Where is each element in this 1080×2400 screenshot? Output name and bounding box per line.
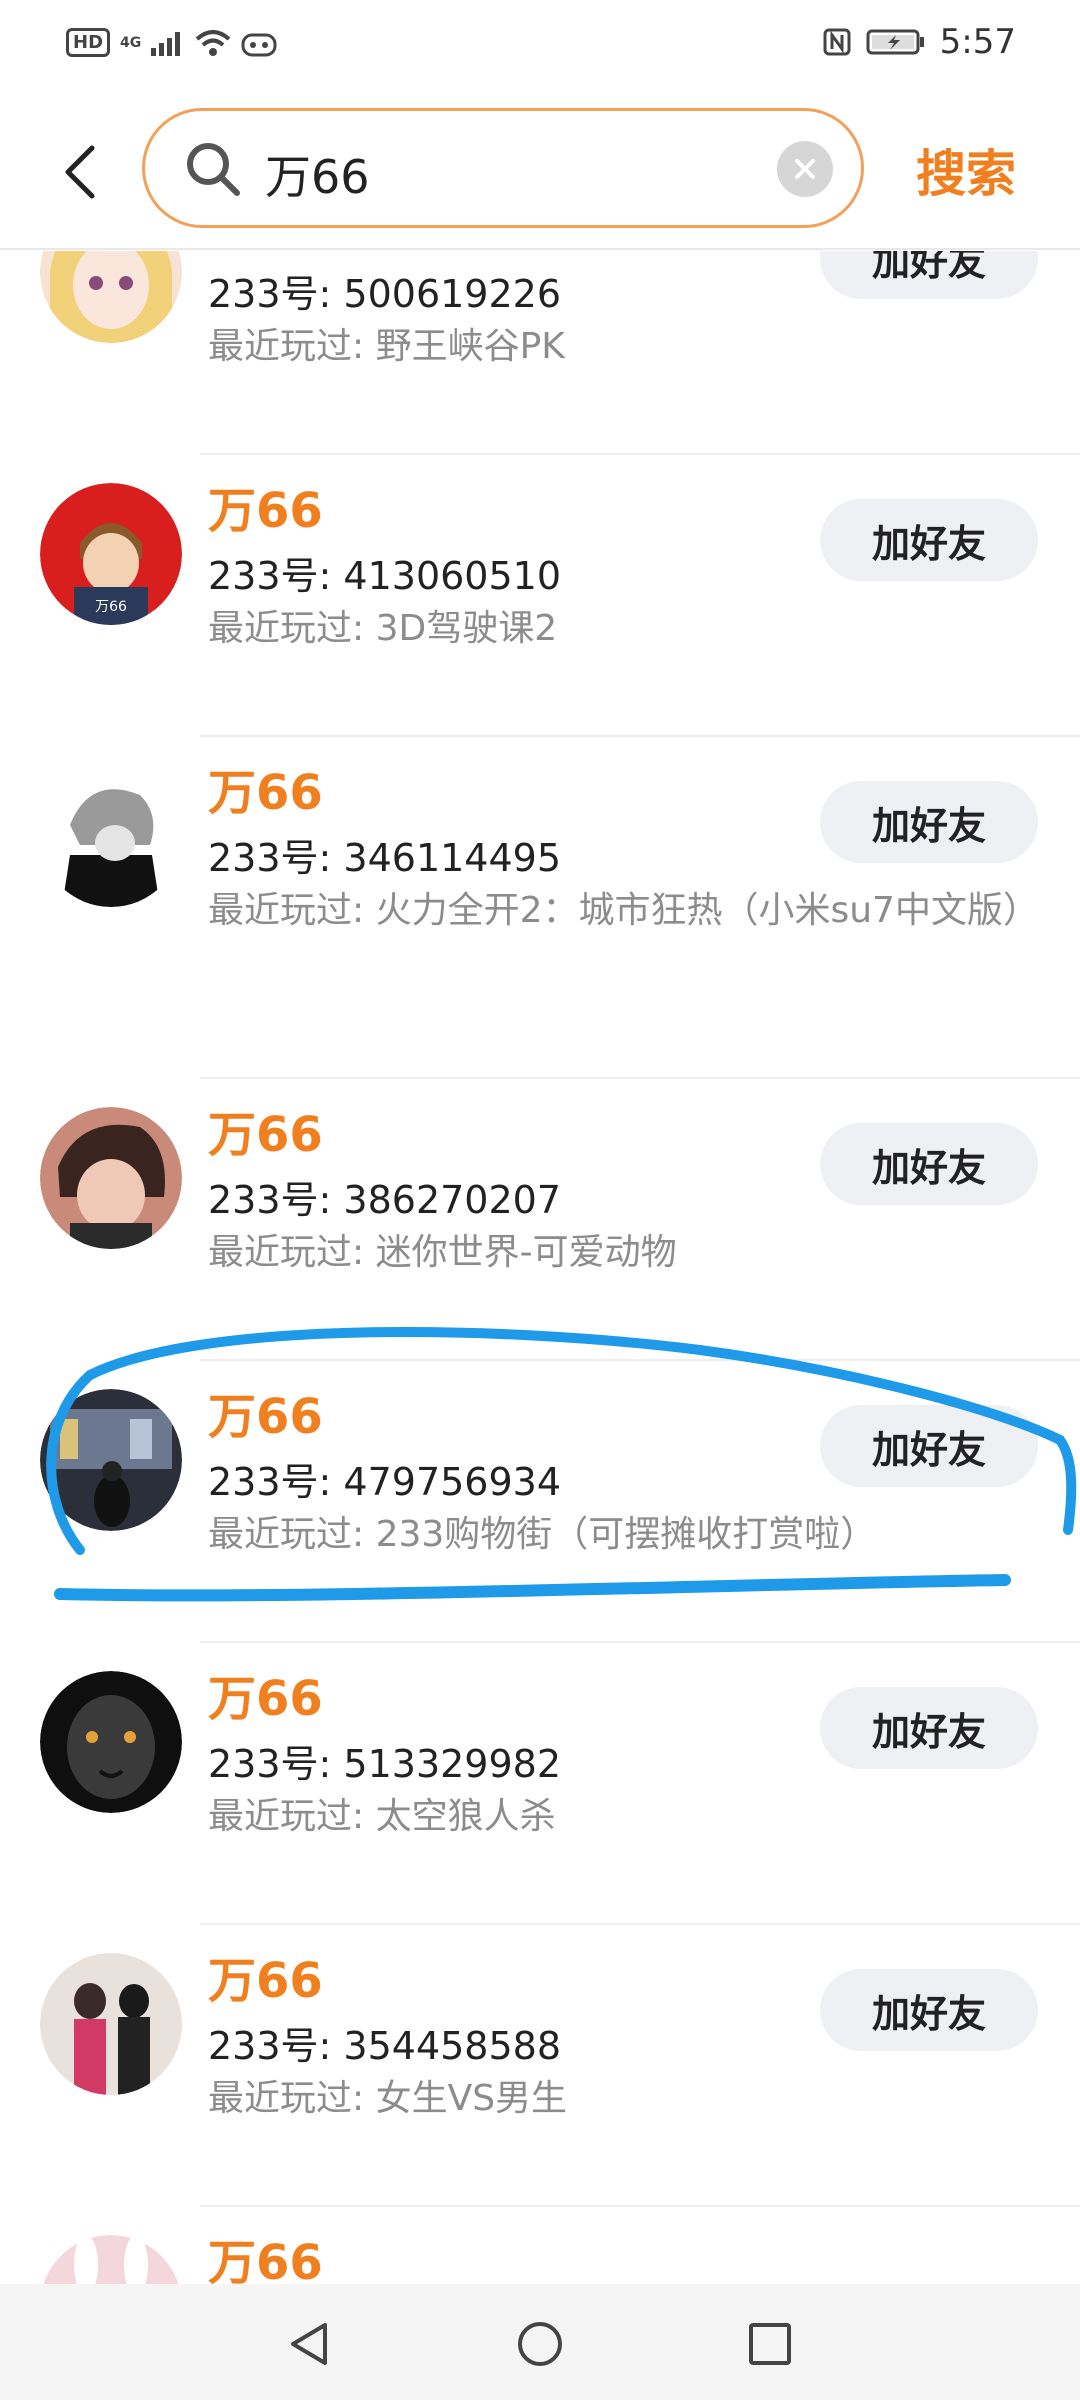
result-uid: 233号: 479756934 (208, 1460, 562, 1504)
couple-photo-avatar[interactable] (40, 1953, 182, 2095)
result-uid: 233号: 354458588 (208, 2024, 562, 2068)
result-row[interactable]: 万66 233号: 479756934 最近玩过: 233购物街（可摆摊收打赏啦） 加… (0, 1361, 1080, 1643)
battery-icon (866, 29, 924, 55)
search-button[interactable]: 搜索 (916, 134, 1016, 206)
hd-icon: HD (66, 28, 111, 57)
result-recent-game: 最近玩过: 女生VS男生 (208, 2078, 568, 2119)
game-controller-icon (241, 33, 277, 56)
circle-home-icon (518, 2322, 562, 2366)
result-name: 万66 (208, 483, 323, 539)
signal-icon (151, 31, 181, 56)
clock: 5:57 (939, 22, 1016, 62)
result-recent-game: 最近玩过: 野王峡谷PK (208, 326, 565, 367)
result-name: 万66 (208, 1671, 323, 1727)
result-uid: 233号: 513329982 (208, 1742, 562, 1786)
result-recent-game: 最近玩过: 火力全开2：城市狂热（小米su7中文版） (208, 890, 1039, 931)
leopard-avatar[interactable] (40, 1671, 182, 1813)
result-uid: 233号: 413060510 (208, 554, 562, 598)
search-input[interactable]: 万66 (142, 108, 864, 228)
bunny-ears-avatar[interactable] (40, 2235, 182, 2284)
result-row[interactable]: 万66 233号: 500619226 最近玩过: 野王峡谷PK 加好友 (0, 251, 1080, 455)
anime-man-avatar[interactable] (40, 1107, 182, 1249)
anime-girl-avatar[interactable] (40, 251, 182, 343)
back-button[interactable] (50, 132, 110, 212)
result-name: 万66 (208, 251, 323, 259)
result-row[interactable]: 万66 万66 233号: 413060510 最近玩过: 3D驾驶课2 加好友 (0, 455, 1080, 737)
result-row[interactable]: 万66 (0, 2207, 1080, 2284)
result-row[interactable]: 万66 233号: 513329982 最近玩过: 太空狼人杀 加好友 (0, 1643, 1080, 1925)
result-uid: 233号: 386270207 (208, 1178, 562, 1222)
network-type-label: 4G (120, 34, 142, 51)
wifi-icon (195, 29, 231, 56)
result-row[interactable]: 万66 233号: 354458588 最近玩过: 女生VS男生 加好友 (0, 1925, 1080, 2207)
search-query-text[interactable]: 万66 (265, 141, 370, 207)
result-recent-game: 最近玩过: 233购物街（可摆摊收打赏啦） (208, 1514, 877, 1555)
search-header: 万66 搜索 (0, 92, 1080, 250)
result-name: 万66 (208, 1107, 323, 1163)
add-friend-button[interactable]: 加好友 (820, 1969, 1038, 2051)
result-recent-game: 最近玩过: 太空狼人杀 (208, 1796, 556, 1837)
nav-home-button[interactable] (510, 2314, 570, 2374)
svg-text:万66: 万66 (95, 599, 127, 615)
add-friend-button[interactable]: 加好友 (820, 1123, 1038, 1205)
square-recents-icon (749, 2323, 791, 2365)
add-friend-button[interactable]: 加好友 (820, 251, 1038, 299)
system-nav-bar (0, 2284, 1080, 2400)
result-recent-game: 最近玩过: 迷你世界-可爱动物 (208, 1232, 677, 1273)
search-results-list[interactable]: 万66233号: 500619226最近玩过: 野王峡谷PK加好友万66万662… (0, 251, 1080, 2284)
nav-back-button[interactable] (280, 2314, 340, 2374)
night-street-photo-avatar[interactable] (40, 1389, 182, 1531)
nav-recents-button[interactable] (740, 2314, 800, 2374)
result-uid: 233号: 346114495 (208, 836, 562, 880)
status-bar: HD 4G 5:57 (0, 0, 1080, 92)
triangle-back-icon (291, 2323, 327, 2365)
chevron-left-icon (65, 145, 95, 199)
results-container: 万66233号: 500619226最近玩过: 野王峡谷PK加好友万66万662… (0, 251, 1080, 2284)
result-name: 万66 (208, 2235, 323, 2284)
add-friend-button[interactable]: 加好友 (820, 499, 1038, 581)
result-row[interactable]: 万66 233号: 386270207 最近玩过: 迷你世界-可爱动物 加好友 (0, 1079, 1080, 1361)
cartoon-boy-avatar[interactable]: 万66 (40, 483, 182, 625)
add-friend-button[interactable]: 加好友 (820, 1405, 1038, 1487)
add-friend-button[interactable]: 加好友 (820, 1687, 1038, 1769)
clear-search-button[interactable] (777, 141, 833, 197)
result-name: 万66 (208, 1389, 323, 1445)
status-left-icons: HD 4G (66, 28, 277, 57)
result-uid: 233号: 500619226 (208, 272, 562, 316)
result-name: 万66 (208, 765, 323, 821)
result-name: 万66 (208, 1953, 323, 2009)
add-friend-button[interactable]: 加好友 (820, 781, 1038, 863)
status-right-icons: 5:57 (822, 22, 1016, 62)
search-icon (187, 143, 240, 196)
nfc-icon (823, 28, 851, 56)
result-row[interactable]: 万66 233号: 346114495 最近玩过: 火力全开2：城市狂热（小米su7… (0, 737, 1080, 1079)
gray-hair-avatar[interactable] (40, 765, 182, 907)
close-icon (795, 159, 815, 179)
result-recent-game: 最近玩过: 3D驾驶课2 (208, 608, 558, 649)
